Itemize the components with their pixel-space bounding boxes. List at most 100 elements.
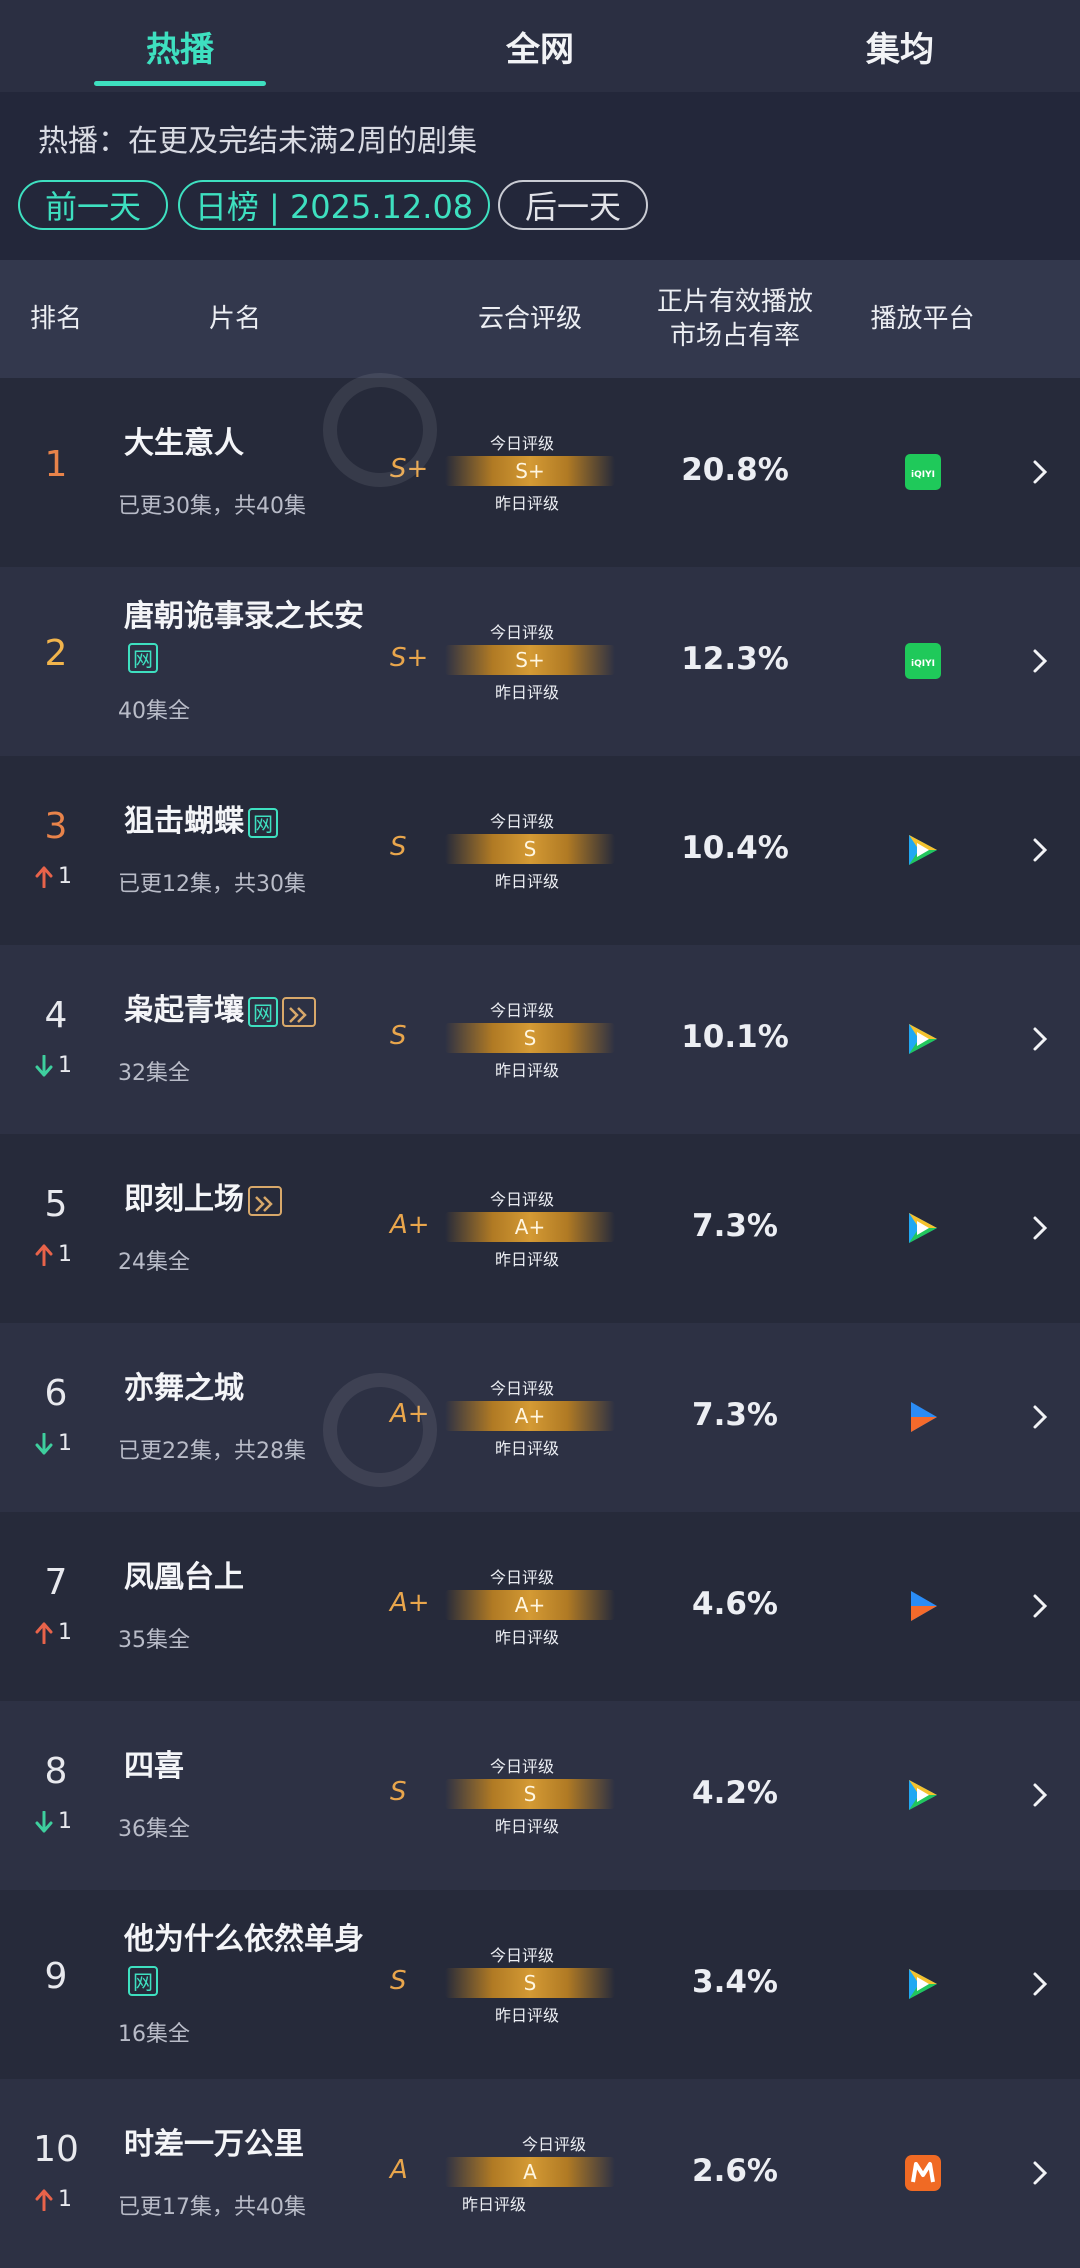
show-title[interactable]: 枭起青壤网 [124, 991, 364, 1031]
rank-change: 1 [34, 864, 72, 889]
youku-icon[interactable] [905, 1399, 941, 1435]
market-share: 4.6% [692, 1586, 778, 1622]
market-share: 10.1% [681, 1019, 789, 1055]
tencent-video-icon[interactable] [905, 1210, 941, 1246]
table-row[interactable]: 4 1 枭起青壤网 32集全 S S 今日评级 昨日评级 10.1% [0, 945, 1080, 1134]
rating-gauge: A+ [445, 1401, 615, 1431]
chevron-right-icon[interactable] [1030, 2159, 1050, 2187]
rating-bar-value: A+ [514, 1404, 546, 1428]
tencent-video-icon[interactable] [905, 832, 941, 868]
tencent-video-icon[interactable] [905, 1966, 941, 2002]
table-row[interactable]: 3 1 狙击蝴蝶网已更12集，共30集 S S 今日评级 昨日评级 10.4% [0, 756, 1080, 945]
grade-label: S [390, 1021, 407, 1051]
episode-status: 已更12集，共30集 [118, 872, 306, 897]
rating-gauge: A [445, 2157, 615, 2187]
rank-number: 7 [44, 1562, 68, 1603]
iqiyi-icon[interactable]: iQIYI [905, 643, 941, 679]
chevron-right-icon[interactable] [1030, 1403, 1050, 1431]
col-grade: 云合评级 [477, 304, 582, 334]
top-tabs: 热播 全网 集均 [0, 0, 1080, 92]
iqiyi-icon[interactable]: iQIYI [905, 454, 941, 490]
table-row[interactable]: 1 大生意人 已更30集，共40集 S+ S+ 今日评级 昨日评级 20.8% iQIYI [0, 378, 1080, 567]
chevron-right-icon[interactable] [1030, 836, 1050, 864]
next-day-button[interactable]: 后一天 [498, 180, 648, 230]
today-grade-label: 今日评级 [490, 1757, 555, 1776]
rank-number: 4 [44, 995, 68, 1036]
rating-bar-value: A+ [514, 1593, 546, 1617]
show-title[interactable]: 时差一万公里 [124, 2125, 364, 2165]
tencent-video-icon[interactable] [905, 1777, 941, 1813]
chevron-right-icon[interactable] [1030, 647, 1050, 675]
yesterday-grade-label: 昨日评级 [495, 494, 560, 513]
table-row[interactable]: 9 他为什么依然单身网 16集全 S S 今日评级 昨日评级 3.4% [0, 1890, 1080, 2079]
rank-change-value: 1 [58, 1620, 72, 1645]
show-title[interactable]: 凤凰台上 [124, 1558, 364, 1598]
show-title[interactable]: 狙击蝴蝶网 [124, 802, 364, 842]
market-share: 7.3% [692, 1397, 778, 1433]
table-row[interactable]: 5 1 即刻上场 24集全 A+ A+ 今日评级 昨日评级 7.3% [0, 1134, 1080, 1323]
table-row[interactable]: 8 1 四喜 36集全 S S 今日评级 昨日评级 4.2% [0, 1701, 1080, 1890]
today-grade-label: 今日评级 [490, 1001, 555, 1020]
show-title-text: 狙击蝴蝶 [124, 804, 244, 839]
market-share: 4.2% [692, 1775, 778, 1811]
yesterday-grade-label: 昨日评级 [495, 1817, 560, 1836]
table-row[interactable]: 2 唐朝诡事录之长安网 40集全 S+ S+ 今日评级 昨日评级 12.3% iQIYI [0, 567, 1080, 756]
today-grade-label: 今日评级 [490, 1190, 555, 1209]
tab-hot[interactable]: 热播 [0, 0, 360, 92]
chevron-right-icon[interactable] [1030, 1970, 1050, 1998]
show-title-text: 时差一万公里 [124, 2127, 304, 2162]
rank-number: 2 [44, 633, 68, 674]
chevron-right-icon[interactable] [1030, 458, 1050, 486]
yesterday-grade-label: 昨日评级 [495, 683, 560, 702]
arrow-down-icon [34, 1432, 54, 1455]
arrow-up-icon [34, 866, 54, 888]
chevron-right-icon[interactable] [1030, 1025, 1050, 1053]
show-title[interactable]: 亦舞之城 [124, 1369, 364, 1409]
today-grade-label: 今日评级 [522, 2135, 587, 2154]
show-title-text: 唐朝诡事录之长安 [124, 599, 364, 634]
rank-number: 5 [44, 1184, 68, 1225]
show-title[interactable]: 唐朝诡事录之长安网 [124, 597, 364, 677]
subheader: 热播：在更及完结未满2周的剧集 前一天 日榜 | 2025.12.08 后一天 [0, 92, 1080, 260]
market-share: 12.3% [681, 641, 789, 677]
rating-bar-value: A+ [514, 1215, 546, 1239]
prev-day-button[interactable]: 前一天 [18, 180, 168, 230]
show-title[interactable]: 四喜 [124, 1747, 364, 1787]
show-title[interactable]: 他为什么依然单身网 [124, 1920, 364, 2000]
chevron-right-icon[interactable] [1030, 1781, 1050, 1809]
web-series-badge: 网 [128, 642, 158, 673]
rank-change: 1 [34, 1809, 72, 1834]
table-row[interactable]: 6 1 亦舞之城 已更22集，共28集 A+ A+ 今日评级 昨日评级 7.3% [0, 1323, 1080, 1512]
chevron-right-icon[interactable] [1030, 1592, 1050, 1620]
web-series-badge: 网 [248, 807, 278, 838]
arrow-down-icon [34, 1810, 54, 1833]
youku-icon[interactable] [905, 1588, 941, 1624]
tencent-video-icon[interactable] [905, 1021, 941, 1057]
show-title[interactable]: 即刻上场 [124, 1180, 364, 1220]
rating-gauge: A+ [445, 1590, 615, 1620]
table-row[interactable]: 10 1 时差一万公里 已更17集，共40集 A A 今日评级 昨日评级 2.6% [0, 2079, 1080, 2268]
show-title-text: 亦舞之城 [124, 1371, 244, 1406]
yesterday-grade-label: 昨日评级 [495, 1250, 560, 1269]
show-title-text: 大生意人 [124, 426, 244, 461]
grade-label: S [390, 832, 407, 862]
yesterday-grade-label: 昨日评级 [495, 1439, 560, 1458]
tab-all-network[interactable]: 全网 [360, 0, 720, 92]
chevron-right-icon[interactable] [1030, 1214, 1050, 1242]
rating-gauge: S [445, 1023, 615, 1053]
rank-number: 3 [44, 806, 68, 847]
show-title-text: 即刻上场 [124, 1182, 244, 1217]
rank-number: 10 [33, 2129, 79, 2170]
show-title[interactable]: 大生意人 [124, 424, 364, 464]
date-selector[interactable]: 日榜 | 2025.12.08 [178, 180, 490, 230]
today-grade-label: 今日评级 [490, 1946, 555, 1965]
tab-episode-average[interactable]: 集均 [720, 0, 1080, 92]
col-share-line1: 正片有效播放 [656, 287, 813, 317]
arrow-up-icon [34, 1244, 54, 1266]
yesterday-grade-label: 昨日评级 [495, 1061, 560, 1080]
table-row[interactable]: 7 1 凤凰台上 35集全 A+ A+ 今日评级 昨日评级 4.6% [0, 1512, 1080, 1701]
rank-change: 1 [34, 1053, 72, 1078]
arrow-up-icon [34, 1622, 54, 1644]
grade-label: S [390, 1966, 407, 1996]
mango-tv-icon[interactable] [905, 2155, 941, 2191]
